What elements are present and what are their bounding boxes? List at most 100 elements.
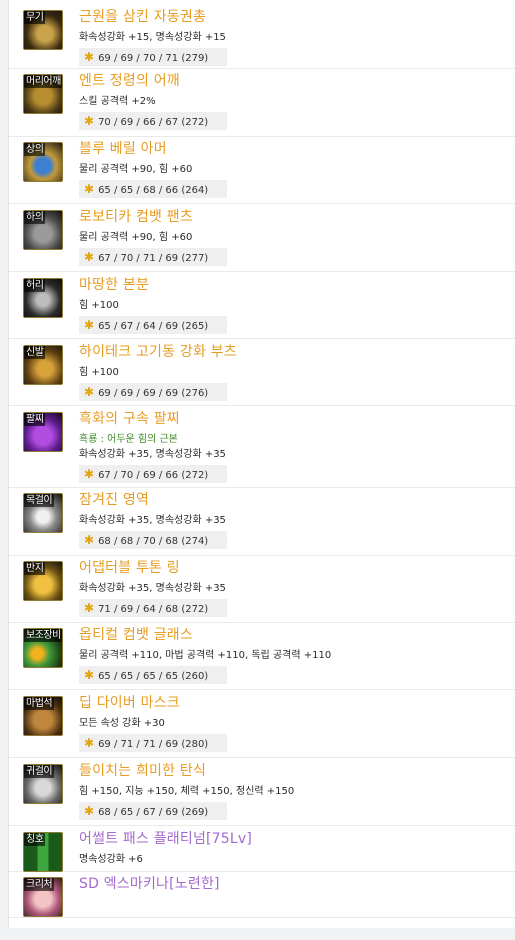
growth-stats-badge: ✱ 65 / 65 / 68 / 66 (264)	[79, 180, 227, 198]
creature-icon[interactable]: 크리처	[23, 877, 63, 917]
growth-stats-value: 65 / 67 / 64 / 69 (265)	[98, 321, 209, 332]
equipment-row[interactable]: 보조장비 옵티컬 컴뱃 글래스물리 공격력 +110, 마법 공격력 +110, …	[9, 623, 515, 690]
item-option-text: 화속성강화 +35, 명속성강화 +35	[79, 515, 226, 526]
armor-icon[interactable]: 상의	[23, 142, 63, 182]
pants-icon[interactable]: 하의	[23, 210, 63, 250]
equipment-row[interactable]: 크리처 SD 엑스마키나[노련한]	[9, 872, 515, 918]
growth-stats-badge: ✱ 65 / 67 / 64 / 69 (265)	[79, 316, 227, 334]
slot-label: 상의	[24, 143, 46, 156]
slot-label: 무기	[24, 11, 46, 24]
slot-label: 칭호	[24, 833, 46, 846]
star-icon: ✱	[84, 50, 95, 64]
shoulder-icon[interactable]: 머리어깨	[23, 74, 63, 114]
star-icon: ✱	[84, 114, 95, 128]
equipment-row[interactable]: 목걸이 잠겨진 영역화속성강화 +35, 명속성강화 +35 ✱ 68 / 68 / …	[9, 488, 515, 556]
growth-stats-value: 65 / 65 / 65 / 65 (260)	[98, 671, 209, 682]
growth-stats-badge: ✱ 68 / 65 / 67 / 69 (269)	[79, 802, 227, 820]
star-icon: ✱	[84, 668, 95, 682]
item-option-text: 힘 +100	[79, 367, 119, 378]
item-name[interactable]: 어댑터블 투톤 링	[79, 559, 180, 577]
equipment-row[interactable]: 반지 어댑터블 투톤 링화속성강화 +35, 명속성강화 +35 ✱ 71 / 69 …	[9, 556, 515, 623]
growth-stats-badge: ✱ 67 / 70 / 71 / 69 (277)	[79, 248, 227, 266]
equipment-row[interactable]: 무기 근원을 삼킨 자동권총화속성강화 +15, 명속성강화 +15 ✱ 69 / 6…	[9, 0, 515, 69]
growth-stats-badge: ✱ 68 / 68 / 70 / 68 (274)	[79, 531, 227, 549]
title-icon[interactable]: 칭호	[23, 832, 63, 872]
equipment-panel: 무기 근원을 삼킨 자동권총 화속성강화 +15, 명속성강화 +15 ✱ 69 / 6…	[8, 0, 515, 928]
item-name[interactable]: 하이테크 고기동 강화 부츠	[79, 343, 237, 361]
boots-icon[interactable]: 신발	[23, 345, 63, 385]
star-icon: ✱	[84, 804, 95, 818]
belt-icon[interactable]: 허리	[23, 278, 63, 318]
slot-label: 반지	[24, 562, 46, 575]
item-option-text: 화속성강화 +15, 명속성강화 +15	[79, 32, 226, 43]
equipment-row[interactable]: 마법석 딥 다이버 마스크모든 속성 강화 +30 ✱ 69 / 71 / 71 / …	[9, 690, 515, 758]
slot-label: 허리	[24, 279, 46, 292]
item-option-text: 힘 +150, 지능 +150, 체력 +150, 정신력 +150	[79, 786, 295, 797]
growth-stats-badge: ✱ 70 / 69 / 66 / 67 (272)	[79, 112, 227, 130]
equipment-row[interactable]: 하의 로보티카 컴뱃 팬츠물리 공격력 +90, 힘 +60 ✱ 67 / 70 / …	[9, 204, 515, 272]
bracelet-icon[interactable]: 팔찌	[23, 412, 63, 452]
slot-label: 머리어깨	[24, 75, 62, 88]
ring-icon[interactable]: 반지	[23, 561, 63, 601]
equipment-row[interactable]: 칭호 어썰트 패스 플래티넘[75Lv] 명속성강화 +6	[9, 826, 515, 872]
item-option-text: 화속성강화 +35, 명속성강화 +35	[79, 583, 226, 594]
equipment-row[interactable]: 상의 블루 베릴 아머물리 공격력 +90, 힘 +60 ✱ 65 / 65 / 68…	[9, 137, 515, 204]
growth-stats-value: 67 / 70 / 69 / 66 (272)	[98, 470, 209, 481]
slot-label: 하의	[24, 211, 46, 224]
item-option-text: 명속성강화 +6	[79, 854, 143, 865]
earring-icon[interactable]: 귀걸이	[23, 764, 63, 804]
equipment-row[interactable]: 신발 하이테크 고기동 강화 부츠힘 +100 ✱ 69 / 69 / 69 / 69…	[9, 339, 515, 406]
growth-stats-value: 68 / 65 / 67 / 69 (269)	[98, 807, 209, 818]
slot-label: 목걸이	[24, 494, 55, 507]
growth-stats-badge: ✱ 69 / 69 / 69 / 69 (276)	[79, 383, 227, 401]
item-option-text: 힘 +100	[79, 300, 119, 311]
equipment-row[interactable]: 허리 마땅한 본분힘 +100 ✱ 65 / 67 / 64 / 69 (265)	[9, 272, 515, 339]
slot-label: 신발	[24, 346, 46, 359]
growth-stats-value: 69 / 69 / 69 / 69 (276)	[98, 388, 209, 399]
pistol-icon[interactable]: 무기	[23, 10, 63, 50]
equipment-row[interactable]: 머리어깨 엔트 정령의 어깨스킬 공격력 +2% ✱ 70 / 69 / 66 / 6…	[9, 69, 515, 137]
slot-label: 보조장비	[24, 629, 62, 642]
slot-label: 귀걸이	[24, 765, 55, 778]
necklace-icon[interactable]: 목걸이	[23, 493, 63, 533]
equipment-row[interactable]: 귀걸이 들이치는 희미한 탄식힘 +150, 지능 +150, 체력 +150, …	[9, 758, 515, 826]
item-name[interactable]: 흑화의 구속 팔찌	[79, 410, 180, 428]
item-name[interactable]: 들이치는 희미한 탄식	[79, 762, 206, 780]
equipment-row[interactable]: 팔찌 흑화의 구속 팔찌흑룡 : 어두운 힘의 근본화속성강화 +35, 명속성강…	[9, 406, 515, 488]
growth-stats-value: 71 / 69 / 64 / 68 (272)	[98, 604, 209, 615]
set-option-text: 흑룡 : 어두운 힘의 근본	[79, 434, 178, 445]
item-name[interactable]: 옵티컬 컴뱃 글래스	[79, 626, 193, 644]
item-name[interactable]: 근원을 삼킨 자동권총	[79, 8, 206, 26]
star-icon: ✱	[84, 533, 95, 547]
growth-stats-value: 65 / 65 / 68 / 66 (264)	[98, 185, 209, 196]
item-name[interactable]: 마땅한 본분	[79, 276, 149, 294]
growth-stats-badge: ✱ 67 / 70 / 69 / 66 (272)	[79, 465, 227, 483]
item-name[interactable]: 블루 베릴 아머	[79, 140, 167, 158]
item-option-text: 물리 공격력 +90, 힘 +60	[79, 232, 193, 243]
item-option-text: 화속성강화 +35, 명속성강화 +35	[79, 449, 226, 460]
item-option-text: 물리 공격력 +90, 힘 +60	[79, 164, 193, 175]
growth-stats-value: 69 / 71 / 71 / 69 (280)	[98, 739, 209, 750]
growth-stats-badge: ✱ 65 / 65 / 65 / 65 (260)	[79, 666, 227, 684]
star-icon: ✱	[84, 601, 95, 615]
star-icon: ✱	[84, 385, 95, 399]
item-option-text: 모든 속성 강화 +30	[79, 718, 165, 729]
item-option-text: 물리 공격력 +110, 마법 공격력 +110, 독립 공격력 +110	[79, 650, 332, 661]
slot-label: 마법석	[24, 697, 55, 710]
glasses-icon[interactable]: 보조장비	[23, 628, 63, 668]
slot-label: 팔찌	[24, 413, 46, 426]
item-name[interactable]: 로보티카 컴뱃 팬츠	[79, 208, 193, 226]
star-icon: ✱	[84, 250, 95, 264]
star-icon: ✱	[84, 736, 95, 750]
item-name[interactable]: 엔트 정령의 어깨	[79, 72, 180, 90]
star-icon: ✱	[84, 467, 95, 481]
growth-stats-badge: ✱ 69 / 69 / 70 / 71 (279)	[79, 48, 227, 66]
item-name[interactable]: 잠겨진 영역	[79, 491, 149, 509]
item-name[interactable]: 딥 다이버 마스크	[79, 694, 180, 712]
item-name[interactable]: SD 엑스마키나[노련한]	[79, 875, 220, 893]
growth-stats-value: 67 / 70 / 71 / 69 (277)	[98, 253, 209, 264]
item-option-text: 스킬 공격력 +2%	[79, 96, 156, 107]
growth-stats-badge: ✱ 69 / 71 / 71 / 69 (280)	[79, 734, 227, 752]
item-name[interactable]: 어썰트 패스 플래티넘[75Lv]	[79, 830, 252, 848]
mask-icon[interactable]: 마법석	[23, 696, 63, 736]
